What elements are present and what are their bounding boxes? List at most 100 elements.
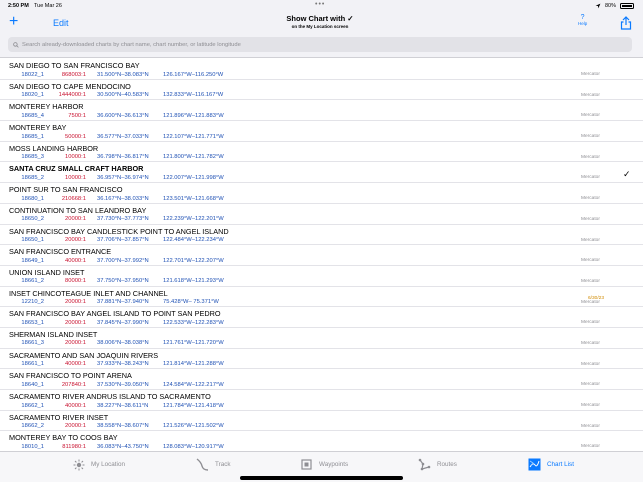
chart-latitude-range: 38.558°N–38.607°N bbox=[97, 423, 149, 430]
chart-name: SAN FRANCISCO BAY CANDLESTICK POINT TO A… bbox=[9, 226, 229, 236]
navigation-bar: + Edit Show Chart with ✓ on the My Locat… bbox=[0, 12, 643, 34]
sun-location-icon bbox=[72, 458, 85, 471]
chart-row[interactable]: CONTINUATION TO SAN LEANDRO BAY 18650_2 20… bbox=[0, 204, 643, 225]
tab-routes[interactable]: Routes bbox=[418, 458, 457, 471]
chart-name: SAN DIEGO TO CAPE MENDOCINO bbox=[9, 81, 131, 91]
chart-number: 18650_1 bbox=[21, 237, 44, 243]
chart-row[interactable]: SAN FRANCISCO TO POINT ARENA 18640_1 20784… bbox=[0, 369, 643, 390]
chart-row[interactable]: SAN FRANCISCO BAY ANGEL ISLAND TO POINT … bbox=[0, 307, 643, 328]
search-placeholder: Search already-downloaded charts by char… bbox=[22, 41, 241, 48]
chart-name: MONTEREY HARBOR bbox=[9, 102, 84, 112]
chart-scale: 80000:1 bbox=[65, 278, 86, 285]
chart-row[interactable]: MOSS LANDING HARBOR 18685_3 10000:1 36.798°… bbox=[0, 142, 643, 163]
chart-projection: Mercator bbox=[581, 154, 600, 160]
chart-name: SHERMAN ISLAND INSET bbox=[9, 329, 98, 339]
chart-longitude-range: 122.107°W–121.771°W bbox=[163, 133, 224, 140]
chart-longitude-range: 122.533°W–122.283°W bbox=[163, 319, 224, 326]
chart-row[interactable]: UNION ISLAND INSET 18661_2 80000:1 37.750°N… bbox=[0, 266, 643, 287]
chart-row[interactable]: INSET CHINCOTEAGUE INLET AND CHANNEL 1221… bbox=[0, 287, 643, 308]
chart-latitude-range: 37.730°N–37.773°N bbox=[97, 216, 149, 223]
status-time: 2:50 PM bbox=[8, 3, 29, 9]
chart-name: SACRAMENTO RIVER ANDRUS ISLAND TO SACRAM… bbox=[9, 392, 211, 401]
chart-longitude-range: 124.584°W–122.217°W bbox=[163, 381, 224, 388]
chart-latitude-range: 36.577°N–37.033°N bbox=[97, 133, 149, 140]
chart-row[interactable]: SAN FRANCISCO ENTRANCE 18649_1 40000:1 37.7… bbox=[0, 245, 643, 266]
edit-button[interactable]: Edit bbox=[53, 18, 69, 28]
chart-row[interactable]: SAN DIEGO TO CAPE MENDOCINO 18020_1 144400… bbox=[0, 80, 643, 101]
chart-row[interactable]: MONTEREY BAY 18685_1 50000:1 36.577°N–37.03… bbox=[0, 121, 643, 142]
multitask-dots-icon[interactable]: ••• bbox=[315, 1, 325, 8]
show-chart-toggle[interactable]: Show Chart with ✓ on the My Location scr… bbox=[220, 14, 420, 29]
chart-longitude-range: 121.761°W–121.720°W bbox=[163, 340, 224, 347]
add-chart-button[interactable]: + bbox=[9, 13, 18, 31]
tab-label: Chart List bbox=[547, 461, 574, 468]
chart-projection: Mercator bbox=[581, 258, 600, 264]
tab-label: My Location bbox=[91, 461, 125, 468]
chart-longitude-range: 121.814°W–121.288°W bbox=[163, 361, 224, 368]
chart-name: SANTA CRUZ SMALL CRAFT HARBOR bbox=[9, 164, 144, 174]
chart-row[interactable]: SAN FRANCISCO BAY CANDLESTICK POINT TO A… bbox=[0, 225, 643, 246]
chart-name: INSET CHINCOTEAGUE INLET AND CHANNEL bbox=[9, 288, 168, 298]
help-button[interactable]: ? Help bbox=[578, 14, 587, 27]
chart-scale: 1444000:1 bbox=[58, 92, 86, 99]
chart-name: SAN FRANCISCO ENTRANCE bbox=[9, 247, 112, 257]
chart-latitude-range: 36.798°N–36.817°N bbox=[97, 154, 149, 161]
chart-name: SAN FRANCISCO BAY ANGEL ISLAND TO POINT … bbox=[9, 309, 221, 319]
chart-scale: 20000:1 bbox=[65, 216, 86, 223]
checkmark-icon: ✓ bbox=[347, 14, 354, 23]
chart-projection: Mercator bbox=[581, 113, 600, 119]
chart-list-icon bbox=[528, 458, 541, 471]
tab-my-location[interactable]: My Location bbox=[72, 458, 125, 471]
chart-projection: Mercator bbox=[581, 320, 600, 326]
chart-row[interactable]: SHERMAN ISLAND INSET 18661_3 20000:1 38.006… bbox=[0, 328, 643, 349]
chart-latitude-range: 37.845°N–37.990°N bbox=[97, 319, 149, 326]
chart-name: CONTINUATION TO SAN LEANDRO BAY bbox=[9, 205, 147, 215]
chart-projection: Mercator bbox=[581, 423, 600, 429]
chart-longitude-range: 121.896°W–121.883°W bbox=[163, 112, 224, 119]
chart-scale: 20000:1 bbox=[65, 299, 86, 306]
tab-track[interactable]: Track bbox=[196, 458, 231, 471]
chart-projection: Mercator bbox=[581, 72, 600, 77]
chart-number: 18649_1 bbox=[21, 257, 44, 264]
chart-number: 18653_1 bbox=[21, 319, 44, 326]
chart-latitude-range: 36.083°N–43.750°N bbox=[97, 443, 149, 450]
search-input[interactable]: Search already-downloaded charts by char… bbox=[8, 37, 632, 52]
chart-row[interactable]: POINT SUR TO SAN FRANCISCO 18680_1 210668:… bbox=[0, 183, 643, 204]
track-icon bbox=[196, 458, 209, 471]
share-icon[interactable] bbox=[620, 16, 632, 30]
chart-latitude-range: 37.933°N–38.243°N bbox=[97, 361, 149, 368]
tab-label: Routes bbox=[437, 461, 457, 468]
chart-number: 18662_1 bbox=[21, 402, 44, 409]
chart-row[interactable]: SANTA CRUZ SMALL CRAFT HARBOR 18685_2 1000… bbox=[0, 162, 643, 184]
tab-chart-list[interactable]: Chart List bbox=[528, 458, 574, 471]
tab-waypoints[interactable]: Waypoints bbox=[300, 458, 348, 471]
chart-longitude-range: 121.526°W–121.502°W bbox=[163, 423, 224, 430]
chart-scale: 207840:1 bbox=[61, 381, 86, 388]
chart-row[interactable]: MONTEREY BAY TO COOS BAY 18010_1 811980:1 3… bbox=[0, 431, 643, 451]
chart-row[interactable]: MONTEREY HARBOR 18685_4 7500:1 36.600°N–36.… bbox=[0, 100, 643, 122]
chart-latitude-range: 31.500°N–38.083°N bbox=[97, 71, 149, 78]
chart-row[interactable]: SACRAMENTO RIVER ANDRUS ISLAND TO SACRAM… bbox=[0, 390, 643, 411]
routes-icon bbox=[418, 458, 431, 471]
nav-title: Show Chart with bbox=[286, 14, 346, 23]
chart-number: 18020_1 bbox=[21, 92, 44, 99]
chart-projection: Mercator bbox=[581, 444, 600, 450]
chart-longitude-range: 126.167°W–116.250°W bbox=[163, 71, 224, 78]
home-indicator[interactable] bbox=[240, 476, 403, 480]
chart-row[interactable]: SACRAMENTO RIVER INSET 18662_2 20000:1 38.5… bbox=[0, 411, 643, 432]
chart-number: 18661_2 bbox=[21, 278, 44, 285]
chart-row[interactable]: SAN DIEGO TO SAN FRANCISCO BAY 18022_1 868… bbox=[0, 59, 643, 80]
chart-name: SACRAMENTO RIVER INSET bbox=[9, 412, 109, 422]
waypoint-icon bbox=[300, 458, 313, 471]
chart-number: 18685_2 bbox=[21, 174, 44, 181]
chart-scale: 50000:1 bbox=[65, 133, 86, 140]
chart-latitude-range: 36.167°N–38.033°N bbox=[97, 195, 149, 202]
chart-projection: Mercator bbox=[581, 403, 600, 408]
chart-name: UNION ISLAND INSET bbox=[9, 267, 85, 277]
chart-row[interactable]: SACRAMENTO AND SAN JOAQUIN RIVERS 18661_1… bbox=[0, 349, 643, 370]
search-area: Search already-downloaded charts by char… bbox=[0, 34, 643, 58]
chart-number: 18685_3 bbox=[21, 154, 44, 161]
chart-projection: Mercator bbox=[581, 340, 600, 346]
chart-longitude-range: 122.007°W–121.998°W bbox=[163, 174, 224, 181]
chart-list[interactable]: SAN DIEGO TO SAN FRANCISCO BAY 18022_1 868… bbox=[0, 59, 643, 451]
